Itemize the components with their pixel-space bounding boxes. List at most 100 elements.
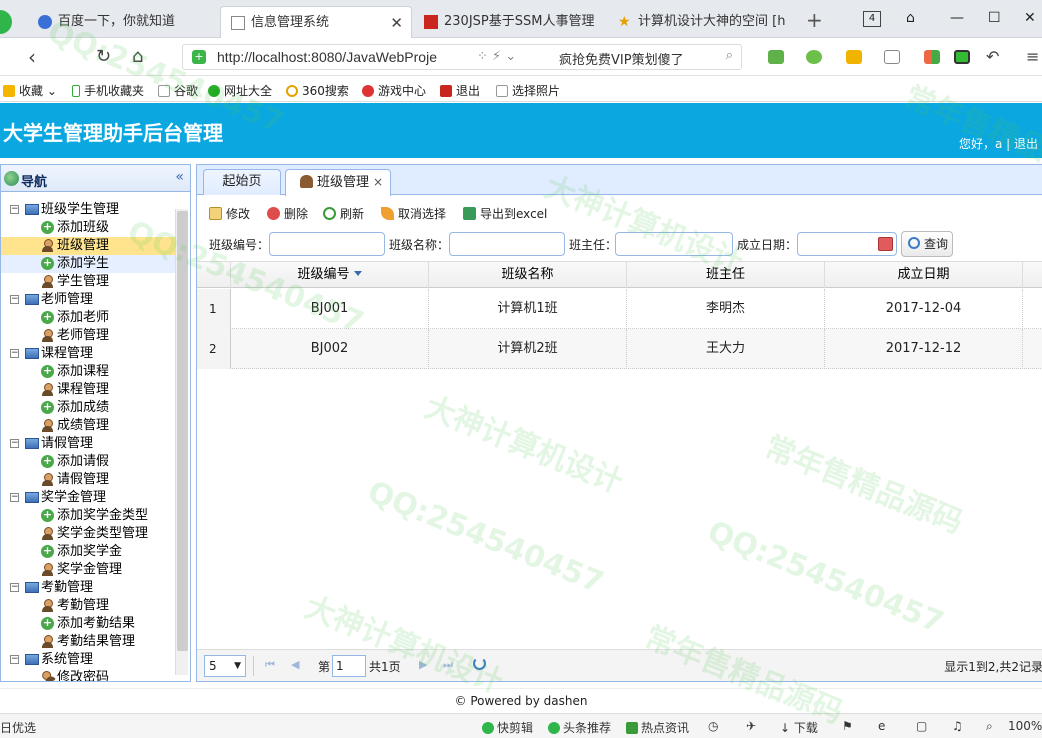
status-download[interactable]: ↓ 下载: [780, 719, 818, 736]
collapse-toggle-icon[interactable]: −: [10, 583, 19, 592]
menu-icon[interactable]: ≡: [1026, 46, 1039, 68]
sound-icon[interactable]: ♫: [952, 719, 963, 733]
tab-count-badge[interactable]: 4: [863, 11, 881, 27]
page-number-input[interactable]: 1: [332, 655, 366, 677]
collapse-toggle-icon[interactable]: −: [10, 205, 19, 214]
bookmark-games[interactable]: 游戏中心: [362, 82, 426, 99]
refresh-button[interactable]: 刷新: [323, 205, 364, 222]
column-header-date[interactable]: 成立日期: [825, 262, 1023, 288]
close-window-icon[interactable]: ✕: [1024, 10, 1036, 26]
status-quick-edit[interactable]: 快剪辑: [482, 719, 533, 736]
home-icon[interactable]: ⌂: [132, 46, 143, 68]
status-hot-news[interactable]: 热点资讯: [626, 719, 689, 736]
nav-item[interactable]: 老师管理: [1, 327, 175, 345]
nav-item[interactable]: 考勤管理: [1, 597, 175, 615]
collapse-icon[interactable]: «: [175, 169, 184, 185]
search-icon[interactable]: ⌕: [726, 48, 733, 63]
close-tab-icon[interactable]: ✕: [390, 7, 403, 38]
cancel-selection-button[interactable]: 取消选择: [381, 205, 446, 222]
maximize-icon[interactable]: ☐: [988, 10, 1001, 26]
nav-item[interactable]: 考勤结果管理: [1, 633, 175, 651]
table-row[interactable]: 2 BJ002 计算机2班 王大力 2017-12-12: [197, 329, 1042, 369]
bookmark-favorites[interactable]: 收藏 ⌄: [3, 82, 57, 99]
window-icon[interactable]: ▢: [916, 719, 927, 733]
table-row[interactable]: 1 BJ001 计算机1班 李明杰 2017-12-04: [197, 289, 1042, 329]
browser-tab-ssm[interactable]: 230JSP基于SSM人事管理: [414, 6, 604, 38]
greeting-logout[interactable]: 您好，a | 退出: [959, 135, 1038, 152]
bookmark-360search[interactable]: 360搜索: [286, 82, 349, 99]
tab-home[interactable]: 起始页: [203, 169, 281, 195]
zoom-level[interactable]: 100%: [1008, 719, 1042, 733]
back-icon[interactable]: ‹: [28, 46, 36, 68]
browser-tab-info-system[interactable]: 信息管理系统 ✕: [220, 6, 412, 38]
screenshot-icon[interactable]: [884, 50, 900, 64]
status-deals[interactable]: 日优选: [0, 719, 36, 736]
promo-text[interactable]: 疯抢免费VIP策划傻了: [559, 49, 684, 68]
page-size-select[interactable]: 5 ▼: [204, 655, 246, 677]
nav-item[interactable]: + 添加成绩: [1, 399, 175, 417]
browser-tab-space[interactable]: ★ 计算机设计大神的空间 [h: [608, 6, 798, 38]
teacher-input[interactable]: [615, 232, 733, 256]
class-name-input[interactable]: [449, 232, 565, 256]
undo-icon[interactable]: ↶: [986, 46, 999, 68]
nav-group[interactable]: − 奖学金管理: [1, 489, 175, 507]
nav-item[interactable]: 班级管理: [1, 237, 175, 255]
collapse-toggle-icon[interactable]: −: [10, 295, 19, 304]
new-tab-icon[interactable]: +: [806, 8, 823, 32]
reload-icon[interactable]: ↻: [96, 46, 111, 68]
column-header-teacher[interactable]: 班主任: [627, 262, 825, 288]
next-page-icon[interactable]: ▶: [419, 658, 427, 671]
status-headlines[interactable]: 头条推荐: [548, 719, 611, 736]
url-text[interactable]: http://localhost:8080/JavaWebProje: [217, 49, 437, 65]
battery-icon[interactable]: [954, 50, 970, 64]
edit-button[interactable]: 修改: [209, 205, 250, 222]
nav-item[interactable]: + 添加学生: [1, 255, 175, 273]
scroll-thumb[interactable]: [177, 211, 188, 651]
column-header-class-no[interactable]: 班级编号: [231, 262, 429, 288]
nav-group[interactable]: − 课程管理: [1, 345, 175, 363]
scissors-icon[interactable]: [768, 50, 784, 64]
date-input[interactable]: [797, 232, 897, 256]
bookmark-google[interactable]: 谷歌: [158, 82, 198, 99]
class-no-input[interactable]: [269, 232, 385, 256]
bookmark-logout[interactable]: 退出: [440, 82, 480, 99]
last-page-icon[interactable]: ⏭: [443, 658, 453, 672]
nav-item[interactable]: + 添加奖学金类型: [1, 507, 175, 525]
nav-group[interactable]: − 请假管理: [1, 435, 175, 453]
nav-item[interactable]: 修改密码: [1, 669, 175, 681]
first-page-icon[interactable]: ⏮: [265, 658, 275, 672]
calendar-icon[interactable]: [878, 237, 893, 251]
flag-icon[interactable]: ⚑: [842, 719, 853, 733]
nav-item[interactable]: + 添加考勤结果: [1, 615, 175, 633]
delete-button[interactable]: 删除: [267, 205, 308, 222]
nav-item[interactable]: + 添加老师: [1, 309, 175, 327]
shirt-skin-icon[interactable]: ⌂: [906, 10, 915, 26]
nav-item[interactable]: 成绩管理: [1, 417, 175, 435]
speed-icon[interactable]: ◷: [708, 719, 718, 733]
tab-class-management[interactable]: 班级管理 ×: [285, 169, 391, 196]
nav-item[interactable]: 课程管理: [1, 381, 175, 399]
pin-icon[interactable]: ✈: [746, 719, 756, 733]
export-excel-button[interactable]: 导出到excel: [463, 205, 547, 222]
nav-group[interactable]: − 老师管理: [1, 291, 175, 309]
collapse-toggle-icon[interactable]: −: [10, 655, 19, 664]
collapse-toggle-icon[interactable]: −: [10, 349, 19, 358]
sidebar-scrollbar[interactable]: [175, 209, 188, 675]
zoom-icon[interactable]: ⌕: [986, 719, 993, 734]
query-button[interactable]: 查询: [901, 231, 953, 257]
nav-item[interactable]: + 添加请假: [1, 453, 175, 471]
nav-item[interactable]: + 添加课程: [1, 363, 175, 381]
collapse-toggle-icon[interactable]: −: [10, 439, 19, 448]
nav-item[interactable]: + 添加班级: [1, 219, 175, 237]
minimize-icon[interactable]: —: [950, 10, 964, 26]
bookmark-mobile[interactable]: 手机收藏夹: [72, 82, 144, 99]
url-tools-icon[interactable]: ⁘ ⚡ ⌄: [477, 49, 516, 64]
nav-item[interactable]: 请假管理: [1, 471, 175, 489]
nav-group[interactable]: − 系统管理: [1, 651, 175, 669]
bookmark-photo[interactable]: 选择照片: [496, 82, 560, 99]
nav-item[interactable]: 学生管理: [1, 273, 175, 291]
ie-icon[interactable]: e: [878, 719, 885, 733]
nav-item[interactable]: 奖学金类型管理: [1, 525, 175, 543]
collapse-toggle-icon[interactable]: −: [10, 493, 19, 502]
nav-group[interactable]: − 考勤管理: [1, 579, 175, 597]
